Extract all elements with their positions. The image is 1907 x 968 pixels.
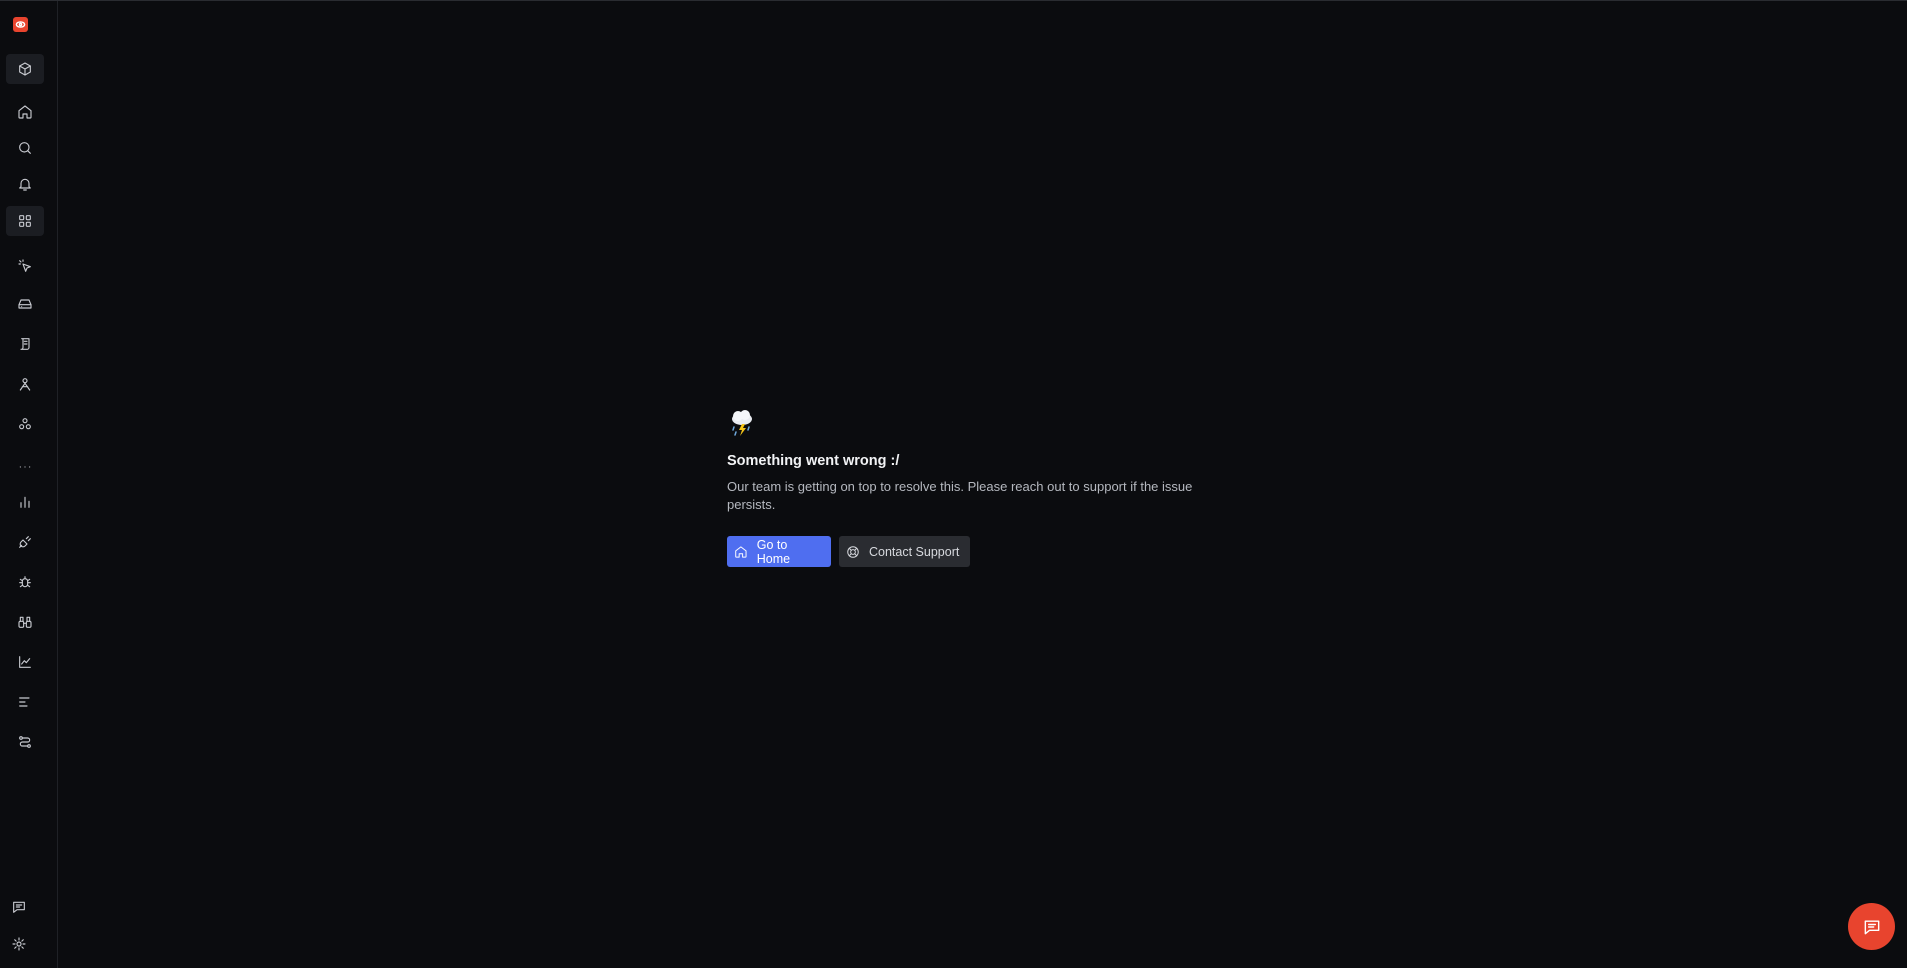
sidebar-item-home[interactable] [6, 97, 44, 127]
align-left-icon [19, 697, 30, 707]
go-to-home-label: Go to Home [756, 537, 791, 566]
error-actions: Go to Home Contact Support [727, 536, 1247, 567]
sidebar-item-settings[interactable] [0, 929, 38, 959]
sidebar-item-sparkles[interactable] [6, 251, 44, 281]
sidebar-item-users[interactable] [6, 369, 44, 399]
sidebar-item-logs[interactable] [6, 329, 44, 359]
bell-icon [19, 178, 31, 191]
sidebar-item-packages[interactable] [6, 54, 44, 84]
contact-support-button[interactable]: Contact Support [839, 536, 970, 567]
hard-drive-icon [18, 299, 32, 309]
sidebar-item-pipelines[interactable] [6, 727, 44, 757]
nodes-icon [19, 418, 31, 430]
home-icon [735, 545, 747, 558]
cursor-sparkle-icon [18, 259, 31, 272]
sidebar-item-search[interactable] [6, 133, 44, 163]
sidebar-item-traces[interactable] [6, 687, 44, 717]
life-buoy-icon [847, 545, 859, 558]
sidebar-item-workflows[interactable] [6, 409, 44, 439]
user-sign-icon [19, 378, 31, 391]
ellipsis-icon [19, 466, 31, 468]
sidebar-item-more[interactable] [6, 452, 44, 482]
chat-launcher-button[interactable] [1848, 903, 1895, 950]
eye-logo-icon[interactable] [13, 17, 28, 32]
plug-icon [19, 536, 31, 548]
sidebar-item-dashboards[interactable] [6, 206, 44, 236]
home-icon [18, 105, 32, 119]
error-description: Our team is getting on top to resolve th… [727, 479, 1193, 512]
sidebar-item-metrics[interactable] [6, 487, 44, 517]
gear-icon [12, 937, 26, 951]
search-icon [19, 142, 31, 154]
grid-icon [19, 215, 31, 227]
sidebar-item-feedback[interactable] [0, 892, 38, 922]
top-border [0, 0, 1907, 1]
binoculars-icon [18, 616, 32, 628]
error-title: Something went wrong :/ [727, 453, 900, 469]
sidebar [0, 1, 58, 968]
sidebar-item-integrations[interactable] [6, 527, 44, 557]
sidebar-item-analytics[interactable] [6, 647, 44, 677]
contact-support-label: Contact Support [869, 544, 960, 559]
bar-chart-icon [20, 496, 30, 508]
sidebar-item-storage[interactable] [6, 289, 44, 319]
bug-icon [19, 576, 31, 588]
cube-icon [19, 62, 31, 76]
storm-cloud-icon [732, 410, 752, 436]
route-icon [19, 736, 31, 748]
sidebar-item-alerts[interactable] [6, 169, 44, 199]
sidebar-item-exceptions[interactable] [6, 567, 44, 597]
scroll-icon [20, 338, 30, 350]
chat-icon [1864, 919, 1879, 934]
go-to-home-button[interactable]: Go to Home [727, 536, 831, 567]
sidebar-item-monitoring[interactable] [6, 607, 44, 637]
error-panel: Something went wrong :/ Our team is gett… [727, 408, 1247, 567]
line-chart-icon [19, 656, 31, 668]
message-icon [13, 901, 25, 913]
